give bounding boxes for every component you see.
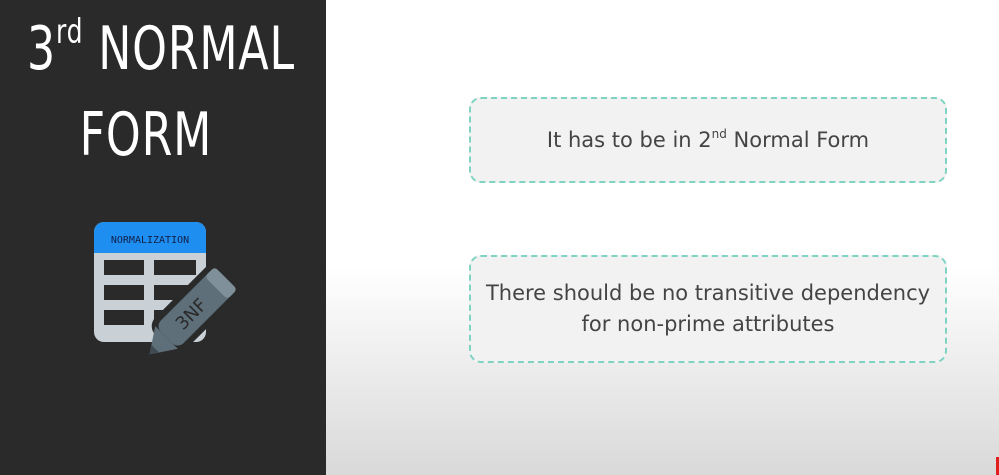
normalization-table-icon: NORMALIZATION 3NF [94, 222, 241, 355]
rule-1-superscript: nd [711, 126, 727, 141]
title-line-2: FORM [79, 100, 213, 170]
rule-2-line-2: for non-prime attributes [581, 312, 835, 336]
right-panel [326, 0, 999, 475]
rule-card-transitive-dependency: There should be no transitive dependency… [469, 255, 947, 363]
rule-card-second-normal-form: It has to be in 2nd Normal Form [469, 97, 947, 183]
rule-1-suffix: Normal Form [726, 127, 870, 152]
title-ordinal-number: 3 [27, 14, 56, 84]
title-line1-text: NORMAL [83, 14, 295, 84]
rule-text-2: There should be no transitive dependency… [486, 278, 930, 340]
left-panel: 3rd NORMAL FORM NORMALIZATION 3NF [0, 0, 326, 475]
slide-title: 3rd NORMAL FORM [27, 6, 294, 178]
title-line-1: 3rd NORMAL [27, 6, 294, 92]
normalization-label: NORMALIZATION [111, 235, 189, 246]
rule-text-1: It has to be in 2nd Normal Form [547, 125, 869, 156]
rule-1-prefix: It has to be in 2 [546, 127, 712, 152]
rule-2-line-1: There should be no transitive dependency [485, 281, 931, 305]
title-ordinal-suffix: rd [55, 12, 84, 52]
